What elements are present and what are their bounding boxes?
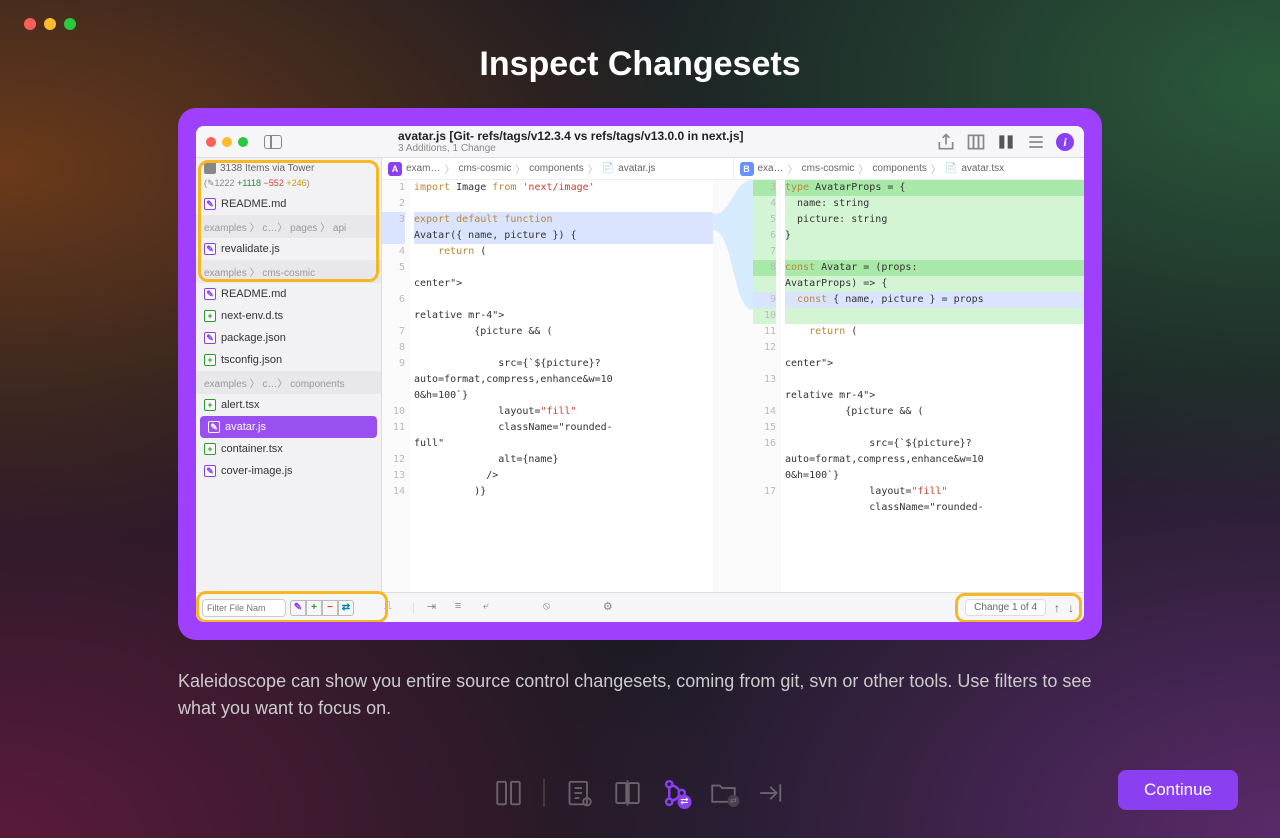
- list-icon[interactable]: [1026, 132, 1046, 152]
- indent-icon[interactable]: ⇥: [427, 600, 443, 616]
- share-icon[interactable]: [936, 132, 956, 152]
- page-title: Inspect Changesets: [0, 45, 1280, 84]
- next-change-button[interactable]: ↓: [1068, 601, 1074, 615]
- file-item[interactable]: +container.tsx: [196, 438, 381, 460]
- settings-icon[interactable]: ⚙: [603, 600, 619, 616]
- tour-icon-text[interactable]: [563, 776, 597, 810]
- file-item-selected[interactable]: ✎avatar.js: [200, 416, 377, 438]
- sidebar-stats: (✎1222 +1118 −552 +246): [196, 178, 381, 193]
- merge-icon[interactable]: [996, 132, 1016, 152]
- screenshot-frame: avatar.js [Git- refs/tags/v12.3.4 vs ref…: [178, 108, 1102, 640]
- continue-button[interactable]: Continue: [1118, 770, 1238, 810]
- file-item[interactable]: ✎README.md: [196, 283, 381, 305]
- file-item[interactable]: ✎package.json: [196, 327, 381, 349]
- breadcrumb-a[interactable]: A exam…〉 cms-cosmic〉 components〉 📄avatar…: [382, 158, 733, 179]
- bottom-bar: ✎+−⇄ ⎍ | ⇥ ≡ ⤶ ⦸ ⚙ Change 1 of 4 ↑ ↓: [196, 592, 1084, 622]
- sidebar-crumb: examples 〉 c…〉 pages 〉 api: [196, 215, 381, 238]
- sidebar-crumb: examples 〉 c…〉 components: [196, 371, 381, 394]
- right-pane[interactable]: 34567891011121314151617 type AvatarProps…: [753, 180, 1084, 592]
- filter-buttons[interactable]: ✎+−⇄: [290, 600, 354, 616]
- app-window: avatar.js [Git- refs/tags/v12.3.4 vs ref…: [196, 126, 1084, 622]
- file-sidebar: 3138 Items via Tower (✎1222 +1118 −552 +…: [196, 158, 382, 592]
- tour-icon-changeset[interactable]: ⇄: [659, 776, 693, 810]
- columns-icon[interactable]: [966, 132, 986, 152]
- info-icon[interactable]: i: [1056, 133, 1074, 151]
- list-num-icon[interactable]: ≡: [455, 600, 471, 616]
- tour-icon-image[interactable]: [611, 776, 645, 810]
- outer-traffic-lights[interactable]: [24, 18, 76, 30]
- toolbar: avatar.js [Git- refs/tags/v12.3.4 vs ref…: [196, 126, 1084, 158]
- filter-input[interactable]: [202, 599, 286, 617]
- file-item[interactable]: ✎cover-image.js: [196, 460, 381, 482]
- window-subtitle: 3 Additions, 1 Change: [398, 143, 744, 154]
- prev-change-button[interactable]: ↑: [1054, 601, 1060, 615]
- change-counter: Change 1 of 4: [965, 599, 1046, 616]
- file-item[interactable]: +next-env.d.ts: [196, 305, 381, 327]
- diff-bridge: [713, 180, 753, 592]
- view-icon[interactable]: ⎍: [384, 600, 400, 616]
- search-disabled-icon[interactable]: ⦸: [543, 600, 559, 616]
- page-description: Kaleidoscope can show you entire source …: [178, 668, 1098, 722]
- sidebar-crumb: examples 〉 cms-cosmic: [196, 260, 381, 283]
- tour-icon-integrate[interactable]: [755, 776, 789, 810]
- tour-icon-folder[interactable]: ⇄: [707, 776, 741, 810]
- window-title: avatar.js [Git- refs/tags/v12.3.4 vs ref…: [398, 129, 744, 143]
- file-item[interactable]: +tsconfig.json: [196, 349, 381, 371]
- tour-icon-compare[interactable]: [492, 776, 526, 810]
- left-pane[interactable]: 1234567891011121314 import Image from 'n…: [382, 180, 713, 592]
- sidebar-header: 3138 Items via Tower: [196, 158, 381, 178]
- wrap-icon[interactable]: ⤶: [483, 600, 499, 616]
- breadcrumb-b[interactable]: B exa…〉 cms-cosmic〉 components〉 📄avatar.…: [733, 158, 1085, 179]
- sidebar-toggle-icon[interactable]: [264, 135, 282, 149]
- tower-icon: [204, 162, 216, 174]
- file-item[interactable]: +alert.tsx: [196, 394, 381, 416]
- file-item[interactable]: ✎revalidate.js: [196, 238, 381, 260]
- traffic-lights[interactable]: [206, 137, 248, 147]
- tour-nav-icons: ⇄ ⇄: [492, 776, 789, 810]
- file-item[interactable]: ✎README.md: [196, 193, 381, 215]
- diff-area: A exam…〉 cms-cosmic〉 components〉 📄avatar…: [382, 158, 1084, 592]
